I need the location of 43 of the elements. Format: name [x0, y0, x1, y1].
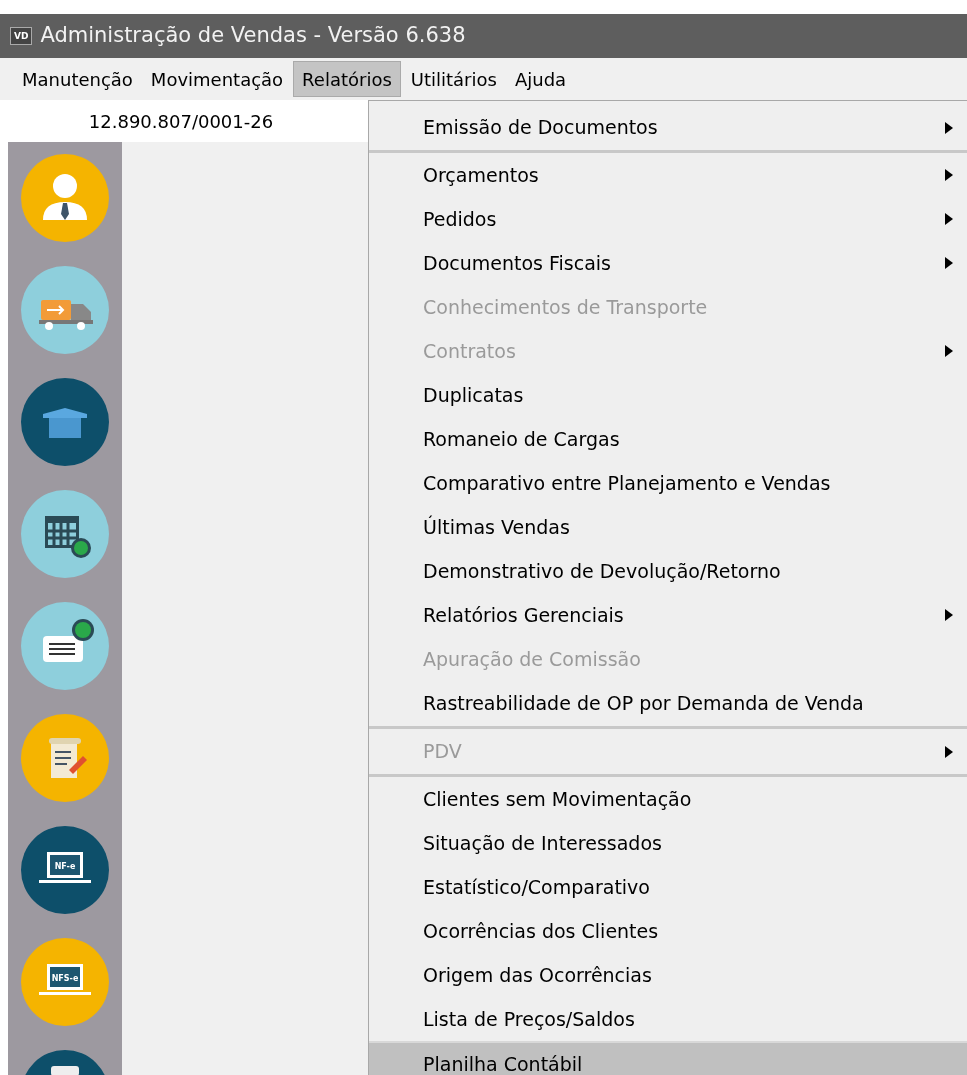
- company-id: 12.890.807/0001-26: [0, 100, 368, 142]
- submenu-arrow-icon: [945, 213, 953, 225]
- submenu-arrow-icon: [945, 257, 953, 269]
- dropdown-item[interactable]: Últimas Vendas: [369, 505, 967, 549]
- menu-item[interactable]: Movimentação: [142, 61, 292, 97]
- menu-item[interactable]: Utilitários: [402, 61, 505, 97]
- dropdown-item[interactable]: Pedidos: [369, 197, 967, 241]
- dropdown-item[interactable]: Clientes sem Movimentação: [369, 777, 967, 821]
- menu-item[interactable]: Manutenção: [14, 61, 141, 97]
- dropdown-item[interactable]: Documentos Fiscais: [369, 241, 967, 285]
- dropdown-item[interactable]: Duplicatas: [369, 373, 967, 417]
- submenu-arrow-icon: [945, 745, 953, 758]
- laptop-icon[interactable]: NFS-e: [21, 938, 109, 1026]
- dropdown-item[interactable]: Comparativo entre Planejamento e Vendas: [369, 461, 967, 505]
- submenu-arrow-icon: [945, 121, 953, 134]
- invoice-icon[interactable]: [21, 602, 109, 690]
- icon-label: NFS-e: [51, 974, 79, 983]
- calendar-icon[interactable]: [21, 490, 109, 578]
- submenu-arrow-icon: [945, 345, 953, 357]
- menu-item[interactable]: Relatórios: [293, 61, 401, 97]
- scroll-icon[interactable]: [21, 714, 109, 802]
- dropdown-item[interactable]: Rastreabilidade de OP por Demanda de Venda: [369, 681, 967, 729]
- submenu-arrow-icon: [945, 169, 953, 181]
- dropdown-item[interactable]: Demonstrativo de Devolução/Retorno: [369, 549, 967, 593]
- window-title: Administração de Vendas - Versão 6.638: [40, 22, 466, 50]
- dropdown-item[interactable]: Ocorrências dos Clientes: [369, 909, 967, 953]
- dropdown-item[interactable]: Lista de Preços/Saldos: [369, 997, 967, 1041]
- laptop-icon[interactable]: NF-e: [21, 826, 109, 914]
- app-badge: VD: [10, 27, 33, 45]
- dropdown-item[interactable]: Romaneio de Cargas: [369, 417, 967, 461]
- truck-icon[interactable]: [21, 266, 109, 354]
- person-icon[interactable]: [21, 154, 109, 242]
- dropdown-item[interactable]: Planilha Contábil: [369, 1041, 967, 1075]
- icon-label: NF-e: [54, 862, 76, 871]
- submenu-arrow-icon: [945, 609, 953, 621]
- dropdown-item[interactable]: Estatístico/Comparativo: [369, 865, 967, 909]
- menu-item[interactable]: Ajuda: [506, 61, 575, 97]
- dropdown-item[interactable]: Relatórios Gerenciais: [369, 593, 967, 637]
- box-icon[interactable]: [21, 378, 109, 466]
- dropdown-item[interactable]: Emissão de Documentos: [369, 105, 967, 153]
- dropdown-item[interactable]: Situação de Interessados: [369, 821, 967, 865]
- dropdown-item[interactable]: Orçamentos: [369, 153, 967, 197]
- dropdown-item[interactable]: Origem das Ocorrências: [369, 953, 967, 997]
